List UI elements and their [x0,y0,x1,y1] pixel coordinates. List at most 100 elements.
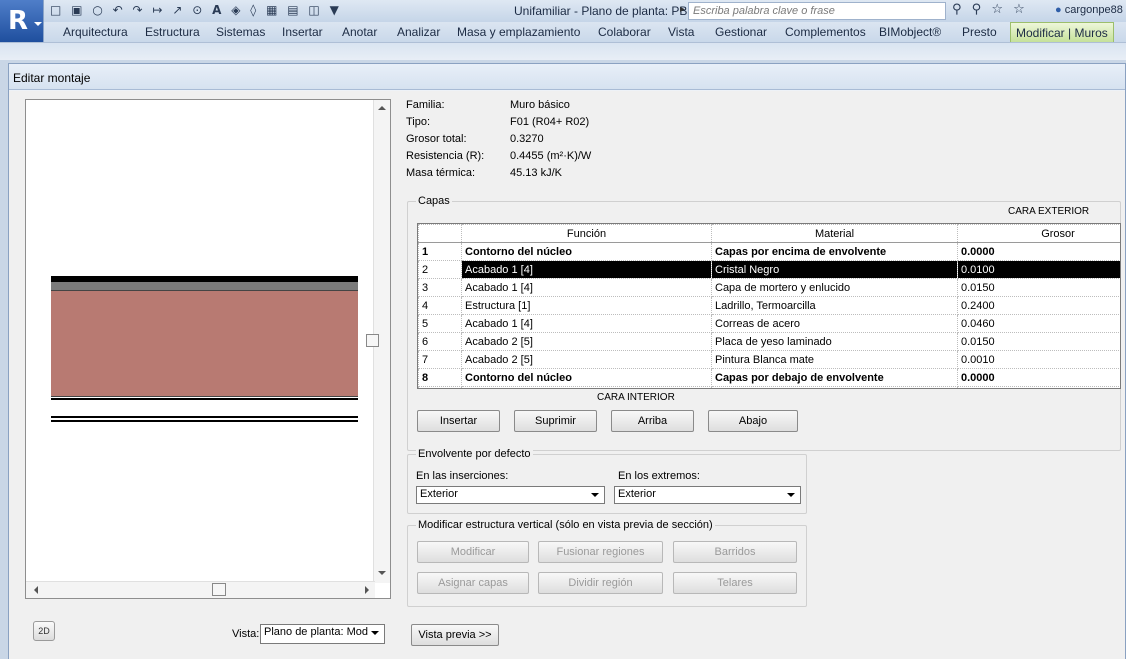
table-row[interactable]: 3 Acabado 1 [4] Capa de mortero y enluci… [418,278,1120,297]
cell-funcion[interactable]: Estructura [1] [461,296,712,315]
binoculars-icon[interactable]: ⚲ [952,2,962,17]
scroll-down-icon[interactable] [378,571,386,575]
split-region-button[interactable]: Dividir región [538,572,663,594]
modify-button[interactable]: Modificar [417,541,529,563]
cell-material[interactable]: Placa de yeso laminado [711,332,958,351]
preview-horizontal-scrollbar[interactable] [26,581,375,598]
cell-material[interactable]: Capas por debajo de envolvente [711,368,958,387]
thin-lines-icon[interactable]: ▦ [266,3,277,17]
horizontal-scroll-thumb[interactable] [212,583,226,596]
tab-analizar[interactable]: Analizar [397,25,440,39]
insert-layer-button[interactable]: Insertar [417,410,500,432]
undo-icon[interactable]: ↶ [113,3,123,17]
row-number[interactable]: 6 [418,332,462,351]
cell-funcion[interactable]: Contorno del núcleo [461,242,712,261]
subscription-icon[interactable]: ⚲ [972,2,982,17]
cell-material[interactable]: Ladrillo, Termoarcilla [711,296,958,315]
cell-material[interactable]: Correas de acero [711,314,958,333]
cell-grosor[interactable]: 0.0150 [957,278,1120,297]
inserts-select[interactable]: Exterior [416,486,605,504]
cell-funcion[interactable]: Contorno del núcleo [461,368,712,387]
row-number[interactable]: 7 [418,350,462,369]
tab-insertar[interactable]: Insertar [282,25,323,39]
table-row[interactable]: 4 Estructura [1] Ladrillo, Termoarcilla … [418,296,1120,315]
application-menu-button[interactable]: R [0,0,44,42]
scroll-up-icon[interactable] [378,106,386,110]
reveals-button[interactable]: Telares [673,572,797,594]
row-number[interactable]: 3 [418,278,462,297]
cell-funcion[interactable]: Acabado 2 [5] [461,350,712,369]
cell-funcion[interactable]: Acabado 2 [5] [461,332,712,351]
table-row[interactable]: 1 Contorno del núcleo Capas por encima d… [418,242,1120,261]
sweeps-button[interactable]: Barridos [673,541,797,563]
user-account[interactable]: ● cargonpe88 [1055,4,1123,16]
tab-presto[interactable]: Presto [962,25,997,39]
tab-bimobject[interactable]: BIMobject® [879,25,941,39]
favorites-icon[interactable]: ☆ [1013,2,1025,17]
column-header-funcion[interactable]: Función [461,224,712,243]
text-icon[interactable]: A [212,3,221,17]
tab-estructura[interactable]: Estructura [145,25,200,39]
cell-funcion[interactable]: Acabado 1 [4] [461,314,712,333]
search-input[interactable]: Escriba palabra clave o frase [688,2,946,20]
measure-icon[interactable]: ↦ [152,3,162,17]
scroll-right-icon[interactable] [365,586,369,594]
row-number[interactable]: 1 [418,242,462,261]
customize-icon[interactable]: ▼ [330,3,339,17]
steering-wheel-icon[interactable]: 2D [33,621,55,641]
row-number[interactable]: 2 [418,260,462,279]
tab-complementos[interactable]: Complementos [785,25,866,39]
move-up-button[interactable]: Arriba [611,410,694,432]
view-select[interactable]: Plano de planta: Mod [260,624,385,644]
cell-material[interactable]: Pintura Blanca mate [711,350,958,369]
tab-colaborar[interactable]: Colaborar [598,25,651,39]
preview-toggle-button[interactable]: Vista previa >> [411,624,499,646]
cell-grosor[interactable]: 0.0000 [957,242,1120,261]
communication-icon[interactable]: ☆ [991,2,1003,17]
chevron-right-icon[interactable]: ▸ [680,4,685,15]
tab-masa-emplazamiento[interactable]: Masa y emplazamiento [457,25,580,39]
cell-grosor[interactable]: 0.0000 [957,368,1120,387]
cell-material[interactable]: Cristal Negro [711,260,958,279]
dimension-icon[interactable]: ↗ [172,3,182,17]
cell-funcion[interactable]: Acabado 1 [4] [461,278,712,297]
column-header-material[interactable]: Material [711,224,958,243]
assign-layers-button[interactable]: Asignar capas [417,572,529,594]
3d-view-icon[interactable]: ◈ [231,3,240,17]
cell-grosor[interactable]: 0.2400 [957,296,1120,315]
cell-grosor[interactable]: 0.0010 [957,350,1120,369]
tag-icon[interactable]: ⊙ [192,3,202,17]
switch-windows-icon[interactable]: ◫ [308,3,319,17]
table-row[interactable]: 7 Acabado 2 [5] Pintura Blanca mate 0.00… [418,350,1120,369]
ends-select[interactable]: Exterior [614,486,801,504]
save-icon[interactable]: ▣ [71,3,82,17]
cell-grosor[interactable]: 0.0150 [957,332,1120,351]
table-row[interactable]: 8 Contorno del núcleo Capas por debajo d… [418,368,1120,387]
table-row-selected[interactable]: 2 Acabado 1 [4] Cristal Negro 0.0100 [418,260,1120,279]
redo-icon[interactable]: ↷ [133,3,143,17]
cell-funcion[interactable]: Acabado 1 [4] [461,260,712,279]
row-number[interactable]: 8 [418,368,462,387]
move-down-button[interactable]: Abajo [708,410,798,432]
table-row[interactable]: 5 Acabado 1 [4] Correas de acero 0.0460 [418,314,1120,333]
cell-grosor[interactable]: 0.0460 [957,314,1120,333]
delete-layer-button[interactable]: Suprimir [514,410,597,432]
tab-modificar-muros[interactable]: Modificar | Muros [1010,22,1114,42]
open-icon[interactable]: □ [50,3,61,17]
close-hidden-icon[interactable]: ▤ [287,3,298,17]
tab-arquitectura[interactable]: Arquitectura [63,25,128,39]
row-number[interactable]: 4 [418,296,462,315]
tab-gestionar[interactable]: Gestionar [715,25,767,39]
tab-vista[interactable]: Vista [668,25,694,39]
vertical-scroll-thumb[interactable] [366,334,379,347]
merge-regions-button[interactable]: Fusionar regiones [538,541,663,563]
row-number[interactable]: 5 [418,314,462,333]
column-header-grosor[interactable]: Grosor [957,224,1120,243]
sync-icon[interactable]: ○ [92,3,102,17]
tab-anotar[interactable]: Anotar [342,25,377,39]
tab-sistemas[interactable]: Sistemas [216,25,265,39]
table-row[interactable]: 6 Acabado 2 [5] Placa de yeso laminado 0… [418,332,1120,351]
wall-preview[interactable] [25,99,391,599]
scroll-left-icon[interactable] [34,586,38,594]
cell-material[interactable]: Capas por encima de envolvente [711,242,958,261]
